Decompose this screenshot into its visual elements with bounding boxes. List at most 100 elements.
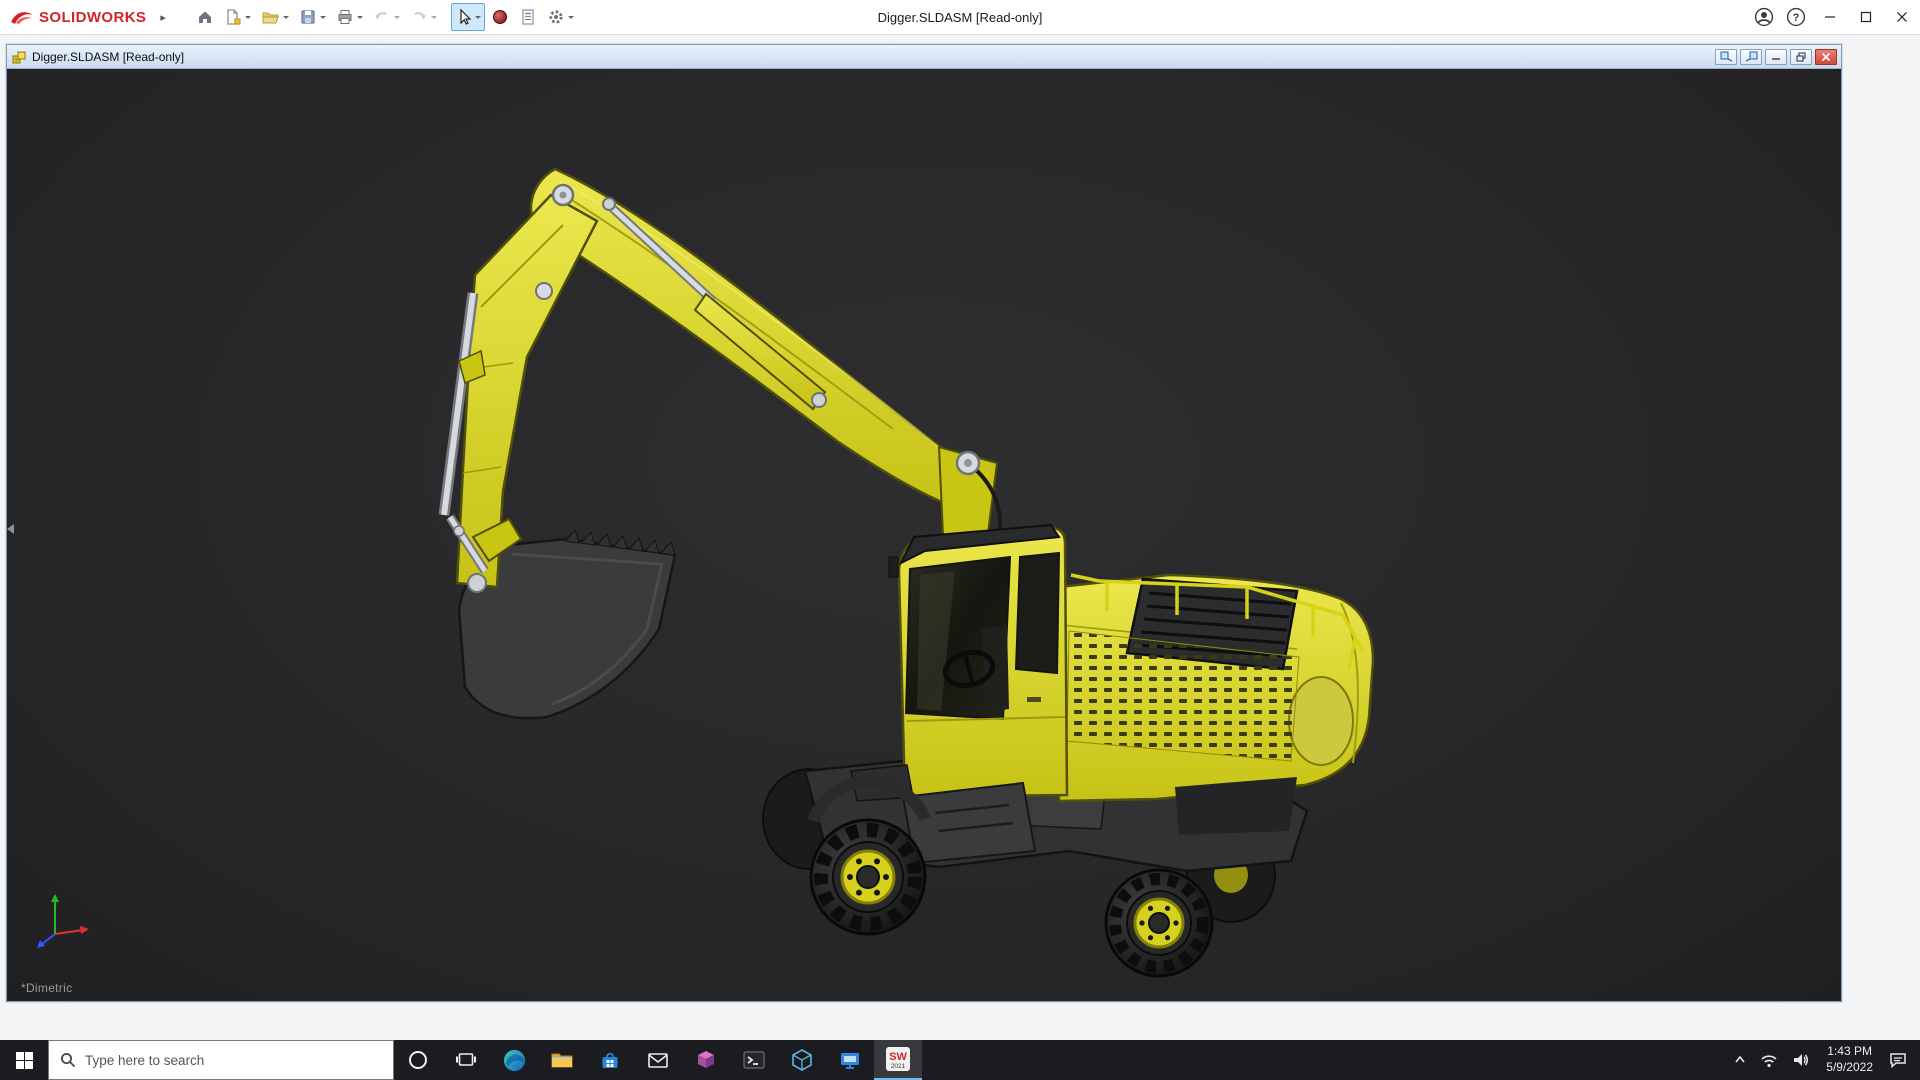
excavator-front-wheel[interactable]	[809, 818, 927, 936]
chevron-down-icon	[356, 16, 363, 22]
taskbar-app-terminal[interactable]	[730, 1040, 778, 1080]
file-properties-button[interactable]	[515, 3, 541, 31]
excavator-3d-model[interactable]	[7, 69, 1841, 1001]
select-tool-button[interactable]	[450, 3, 485, 31]
remote-desktop-icon	[841, 1053, 859, 1069]
app-window-title: Digger.SLDASM [Read-only]	[877, 9, 1043, 25]
save-button[interactable]	[295, 3, 330, 31]
maximize-button[interactable]	[1848, 0, 1884, 35]
taskbar-app-edge[interactable]	[490, 1040, 538, 1080]
chevron-down-icon	[474, 16, 481, 22]
chevron-down-icon	[567, 16, 574, 22]
svg-text:SW: SW	[889, 1051, 907, 1063]
start-button[interactable]	[0, 1040, 48, 1080]
triad-axes-icon	[37, 894, 89, 948]
excavator-rear-wheel[interactable]	[1104, 868, 1214, 978]
document-titlebar[interactable]: Digger.SLDASM [Read-only]	[7, 45, 1841, 69]
new-document-button[interactable]	[220, 3, 255, 31]
close-icon	[1821, 52, 1831, 61]
excavator-body[interactable]	[1057, 573, 1375, 835]
document-minimize-button[interactable]	[1765, 48, 1787, 65]
hidden-icons-button[interactable]	[1727, 1040, 1753, 1080]
screen: SOLIDWORKS ▸ Digger.SLDASM [Read-only] ?…	[0, 0, 1920, 1080]
taskbar-app-mail[interactable]	[634, 1040, 682, 1080]
document-title: Digger.SLDASM [Read-only]	[32, 49, 185, 64]
chevron-down-icon	[393, 16, 400, 22]
chevron-down-icon	[319, 16, 326, 22]
solidworks-logo-text: SOLIDWORKS	[39, 8, 147, 26]
taskbar: SW 2021	[0, 1040, 1920, 1080]
task-view-icon	[456, 1053, 476, 1066]
file-properties-icon	[522, 9, 534, 25]
print-icon	[338, 10, 352, 24]
document-restore-button[interactable]	[1790, 48, 1812, 65]
print-button[interactable]	[332, 3, 367, 31]
svg-text:?: ?	[1793, 12, 1800, 24]
home-icon	[198, 11, 211, 23]
document-close-button[interactable]	[1815, 48, 1837, 65]
window-layout-button-left[interactable]	[1715, 48, 1737, 65]
help-icon: ?	[1786, 7, 1806, 27]
open-button[interactable]	[257, 3, 293, 31]
edge-icon	[503, 1049, 525, 1071]
redo-icon	[414, 12, 426, 20]
taskbar-app-3d-viewer[interactable]	[682, 1040, 730, 1080]
close-button[interactable]	[1884, 0, 1920, 35]
excavator-stick[interactable]	[455, 193, 599, 589]
search-input[interactable]	[85, 1052, 382, 1068]
redo-button[interactable]	[406, 3, 441, 31]
taskbar-app-solidworks[interactable]: SW 2021	[874, 1040, 922, 1080]
options-button[interactable]	[543, 3, 578, 31]
taskbar-app-remote-desktop[interactable]	[826, 1040, 874, 1080]
restore-icon	[1795, 51, 1806, 62]
taskbar-clock[interactable]: 1:43 PM 5/9/2022	[1817, 1044, 1882, 1075]
taskbar-app-file-explorer[interactable]	[538, 1040, 586, 1080]
view-orientation-triad[interactable]	[33, 886, 97, 955]
task-view-button[interactable]	[442, 1040, 490, 1080]
search-icon	[61, 1053, 76, 1068]
speaker-icon	[1794, 1054, 1809, 1066]
volume-button[interactable]	[1785, 1040, 1817, 1080]
clock-date: 5/9/2022	[1826, 1060, 1873, 1074]
open-folder-icon	[262, 12, 279, 24]
window-tile-left-icon	[1719, 51, 1732, 62]
maximize-icon	[1860, 11, 1872, 23]
new-document-icon	[227, 9, 241, 25]
window-tile-right-icon	[1745, 51, 1758, 62]
minimize-icon	[1772, 58, 1780, 60]
appearance-button[interactable]	[487, 3, 513, 31]
solidworks-app-icon: SW 2021	[886, 1047, 910, 1071]
store-icon	[602, 1052, 618, 1068]
window-layout-button-right[interactable]	[1740, 48, 1762, 65]
action-center-icon	[1890, 1053, 1906, 1069]
mail-icon	[648, 1053, 668, 1068]
network-button[interactable]	[1753, 1040, 1785, 1080]
toolbar-expand-arrow[interactable]: ▸	[154, 11, 172, 24]
chevron-down-icon	[244, 16, 251, 22]
undo-button[interactable]	[369, 3, 404, 31]
clock-time: 1:43 PM	[1827, 1044, 1872, 1059]
minimize-button[interactable]	[1812, 0, 1848, 35]
excavator-cab[interactable]	[888, 523, 1069, 799]
undo-icon	[375, 12, 387, 20]
app-titlebar[interactable]: SOLIDWORKS ▸ Digger.SLDASM [Read-only] ?	[0, 0, 1920, 35]
cortana-button[interactable]	[394, 1040, 442, 1080]
home-button[interactable]	[192, 3, 218, 31]
save-icon	[301, 10, 315, 24]
help-button[interactable]: ?	[1780, 0, 1812, 35]
view-orientation-label: *Dimetric	[21, 981, 73, 995]
document-window: Digger.SLDASM [Read-only] *Dimetric	[6, 44, 1842, 1002]
graphics-viewport[interactable]: *Dimetric	[7, 69, 1841, 1001]
action-center-button[interactable]	[1882, 1040, 1914, 1080]
system-tray: 1:43 PM 5/9/2022	[1727, 1040, 1920, 1080]
document-window-controls	[1715, 48, 1837, 65]
chevron-down-icon	[282, 16, 289, 22]
taskbar-app-store[interactable]	[586, 1040, 634, 1080]
taskbar-search[interactable]	[48, 1040, 394, 1080]
taskbar-app-edrawings[interactable]	[778, 1040, 826, 1080]
selection-toolbar	[450, 3, 578, 31]
wifi-icon	[1761, 1054, 1777, 1067]
account-button[interactable]	[1748, 0, 1780, 35]
select-cursor-icon	[460, 8, 472, 25]
featuremanager-collapse-arrow[interactable]	[2, 524, 14, 534]
